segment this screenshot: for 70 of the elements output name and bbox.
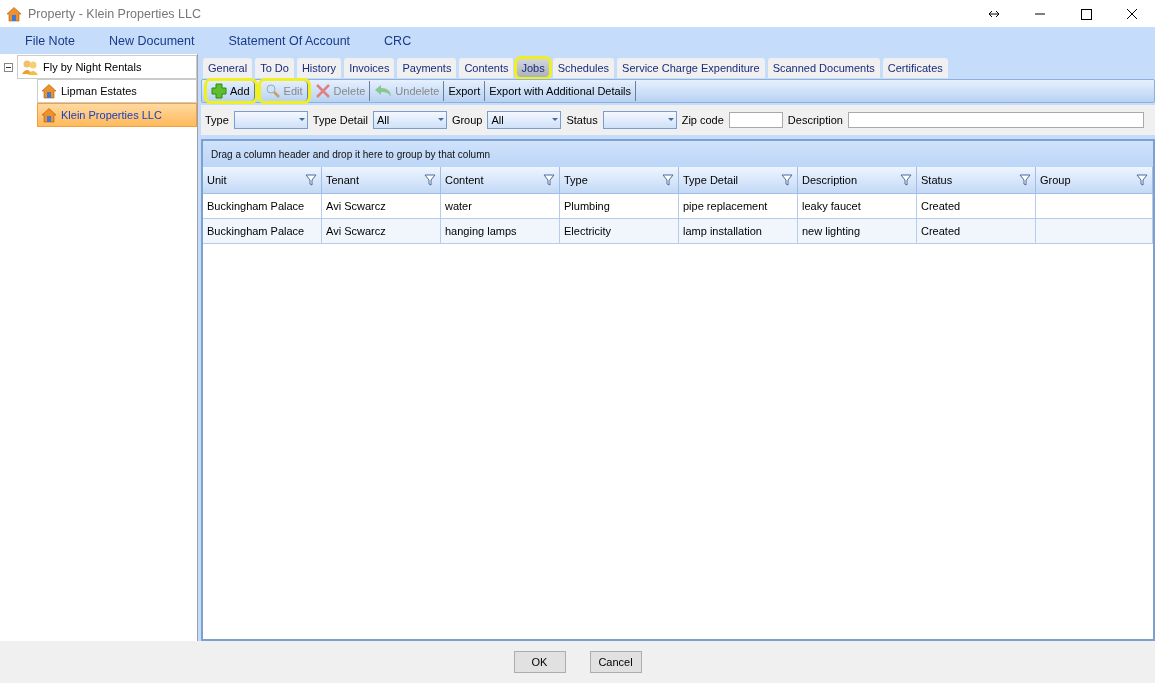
tab[interactable]: Certificates [882, 58, 948, 78]
tab[interactable]: Service Charge Expenditure [617, 58, 765, 78]
filter-label: Type [205, 114, 229, 126]
dialog-button[interactable]: Cancel [589, 651, 642, 673]
filter-icon[interactable] [781, 174, 793, 186]
dropdown[interactable]: All [487, 111, 562, 129]
tab[interactable]: Schedules [552, 58, 615, 78]
filter-icon[interactable] [1136, 174, 1148, 186]
tree-item[interactable]: Klein Properties LLC [37, 103, 197, 127]
table-cell: lamp installation [679, 219, 798, 244]
caret-icon [550, 117, 561, 123]
table-cell: hanging lamps [441, 219, 560, 244]
house-icon [41, 107, 57, 123]
plus-icon [211, 83, 227, 99]
tab[interactable]: History [296, 58, 342, 78]
column-header[interactable]: Type [560, 167, 679, 194]
table-cell: Electricity [560, 219, 679, 244]
people-icon [21, 59, 39, 75]
column-header[interactable]: Description [798, 167, 917, 194]
search-icon [264, 83, 281, 99]
group-hint: Drag a column header and drop it here to group by that column [211, 148, 491, 160]
tab[interactable]: General [203, 58, 253, 78]
table-cell: Buckingham Palace [203, 219, 322, 244]
filter-label: Status [566, 114, 598, 126]
tab[interactable]: Payments [397, 58, 457, 78]
tab[interactable]: Contents [459, 58, 514, 78]
dropdown[interactable] [233, 111, 308, 129]
table-cell: Avi Scwarcz [322, 219, 441, 244]
tree-item[interactable]: Fly by Night Rentals [17, 55, 197, 79]
undo-icon [374, 84, 393, 98]
tab[interactable]: Scanned Documents [767, 58, 880, 78]
input-field[interactable] [847, 112, 1144, 128]
menu-item[interactable]: CRC [384, 33, 412, 48]
toolbar-button[interactable]: Export with Additional Details [485, 81, 637, 101]
menu-item[interactable]: New Document [109, 33, 195, 48]
filter-label: Zip code [681, 114, 724, 126]
filter-label: Type Detail [312, 114, 368, 126]
filter-label: Description [787, 114, 843, 126]
close-icon [314, 83, 331, 99]
column-header[interactable]: Content [441, 167, 560, 194]
window-title: Property - Klein Properties LLC [28, 6, 202, 21]
toolbar-button[interactable]: Add [207, 81, 255, 101]
column-header[interactable]: Unit [203, 167, 322, 194]
filter-icon[interactable] [543, 174, 555, 186]
column-header[interactable]: Type Detail [679, 167, 798, 194]
tab[interactable]: To Do [255, 58, 294, 78]
dropdown[interactable]: All [372, 111, 447, 129]
input-field[interactable] [728, 112, 783, 128]
filter-icon[interactable] [1019, 174, 1031, 186]
column-header[interactable]: Tenant [322, 167, 441, 194]
filter-label: Group [451, 114, 483, 126]
toolbar-button[interactable]: Export [444, 81, 486, 101]
menu-item[interactable]: Statement Of Account [228, 33, 351, 48]
house-icon [41, 83, 57, 99]
column-header[interactable]: Status [917, 167, 1036, 194]
table-cell: new lighting [798, 219, 917, 244]
dialog-button[interactable]: OK [513, 651, 566, 673]
dropdown[interactable] [602, 111, 677, 129]
house-icon [6, 5, 22, 22]
tree-item[interactable]: Lipman Estates [37, 79, 197, 103]
filter-icon[interactable] [305, 174, 317, 186]
column-header[interactable]: Group [1036, 167, 1153, 194]
filter-icon[interactable] [424, 174, 436, 186]
filter-icon[interactable] [900, 174, 912, 186]
collapse-toggle[interactable] [4, 62, 13, 72]
table-cell: Created [917, 219, 1036, 244]
menu-item[interactable]: File Note [25, 33, 76, 48]
tab[interactable]: Jobs [516, 58, 550, 78]
filter-icon[interactable] [662, 174, 674, 186]
tab[interactable]: Invoices [344, 58, 395, 78]
